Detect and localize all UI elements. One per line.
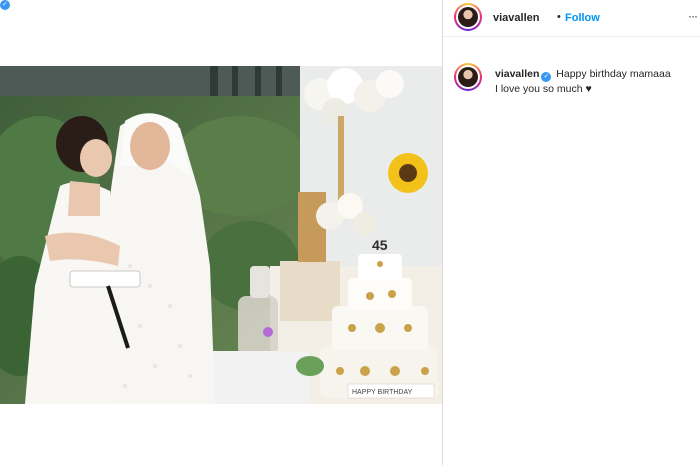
post-caption: viavallen ✓ Happy birthday mamaaa I love … (495, 67, 690, 96)
post-media-pane: HAPPY BIRTHDAY 45 (0, 0, 442, 465)
caption-username[interactable]: viavallen (495, 68, 539, 80)
pane-divider (442, 0, 443, 465)
caption-verified-badge-icon: ✓ (541, 72, 552, 82)
profile-avatar[interactable] (454, 3, 482, 31)
verified-badge-icon: ✓ (0, 0, 10, 10)
cake-topper-text: 45 (372, 237, 388, 253)
more-options-icon[interactable]: ··· (688, 9, 698, 23)
birthday-photo-illustration: HAPPY BIRTHDAY 45 (0, 66, 442, 404)
caption-line-2: I love you so much ♥ (495, 83, 592, 95)
caption-line-1: Happy birthday mamaaa (556, 68, 671, 80)
cake-banner-text: HAPPY BIRTHDAY (352, 389, 413, 396)
post-photo[interactable]: HAPPY BIRTHDAY 45 (0, 66, 442, 404)
follow-button[interactable]: Follow (565, 12, 600, 24)
caption-avatar[interactable] (454, 63, 482, 91)
header-username[interactable]: viavallen (493, 12, 539, 24)
header-separator: • (557, 11, 561, 23)
